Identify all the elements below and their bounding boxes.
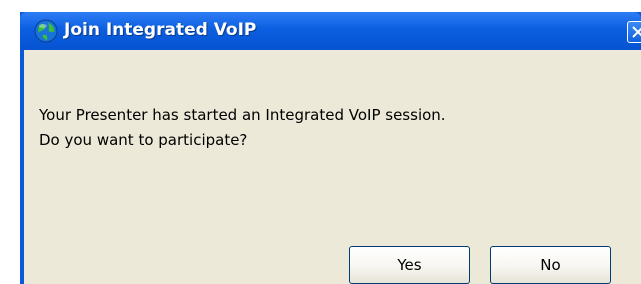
yes-button[interactable]: Yes bbox=[349, 246, 470, 284]
no-button[interactable]: No bbox=[490, 246, 611, 284]
join-voip-dialog: Join Integrated VoIP Your Presenter has … bbox=[20, 12, 641, 284]
title-bar[interactable]: Join Integrated VoIP bbox=[20, 12, 641, 50]
dialog-title: Join Integrated VoIP bbox=[64, 20, 257, 40]
message-text: Your Presenter has started an Integrated… bbox=[39, 103, 446, 153]
message-line-1: Your Presenter has started an Integrated… bbox=[39, 106, 446, 124]
close-button[interactable] bbox=[627, 21, 641, 43]
message-line-2: Do you want to participate? bbox=[39, 131, 248, 149]
close-icon bbox=[632, 26, 641, 38]
globe-icon bbox=[34, 19, 58, 43]
dialog-body: Your Presenter has started an Integrated… bbox=[24, 50, 641, 284]
